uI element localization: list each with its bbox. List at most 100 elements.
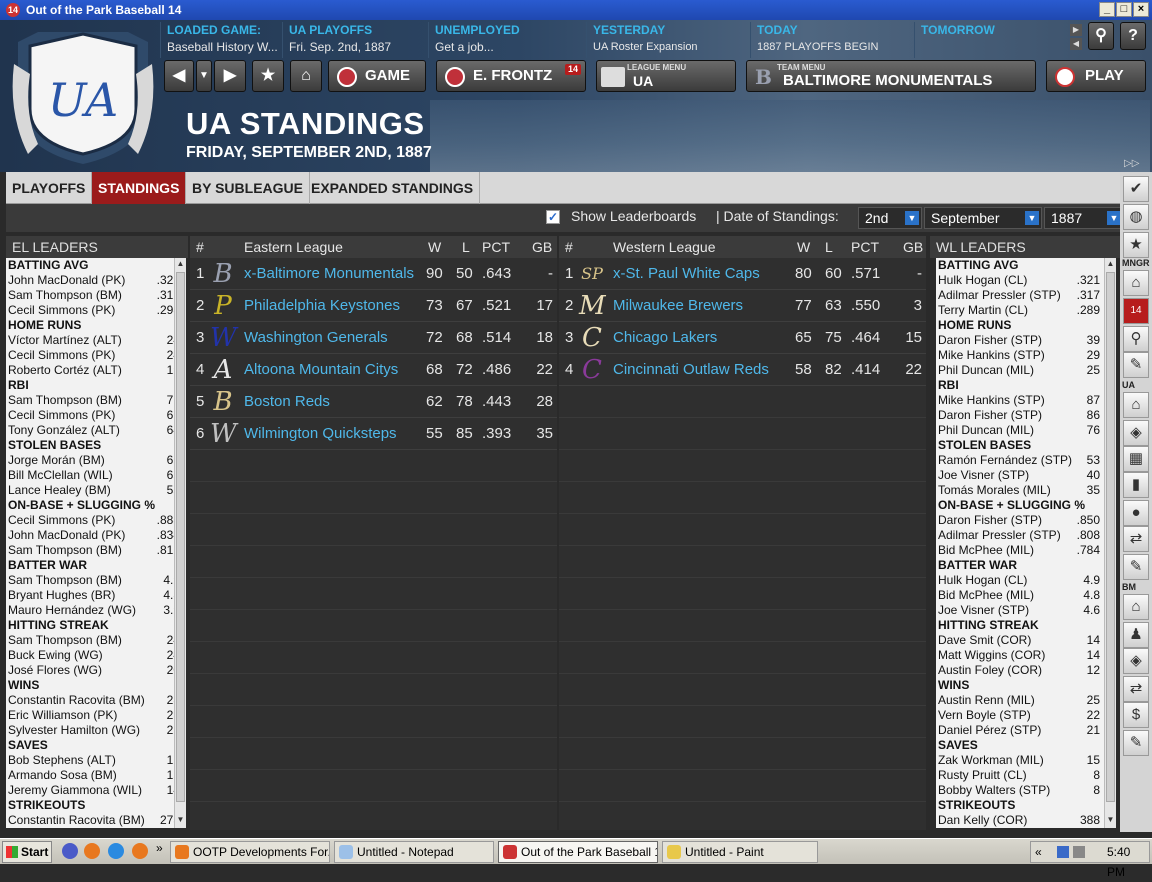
- manager-menu-button[interactable]: E. FRONTZ 14: [436, 60, 586, 92]
- team-name[interactable]: Chicago Lakers: [613, 322, 791, 354]
- leader-row[interactable]: Vern Boyle (STP) 22: [936, 708, 1104, 723]
- leader-row[interactable]: Bobby Walters (STP) 8: [936, 783, 1104, 798]
- leader-row[interactable]: Bid McPhee (MIL) .784: [936, 543, 1104, 558]
- leader-row[interactable]: Phil Duncan (MIL) 25: [936, 363, 1104, 378]
- info-loaded-game[interactable]: LOADED GAME: Baseball History W...: [160, 22, 280, 58]
- leader-row[interactable]: Zak Workman (MIL) 15: [936, 753, 1104, 768]
- leader-row[interactable]: Mike Hankins (STP) 87: [936, 393, 1104, 408]
- leader-name[interactable]: Daron Fisher (STP): [938, 408, 1042, 423]
- standings-row[interactable]: 6 W Wilmington Quicksteps 55 85 .393 35: [190, 418, 557, 450]
- leader-name[interactable]: John MacDonald (PK): [8, 528, 125, 543]
- leader-name[interactable]: Adilmar Pressler (STP): [938, 528, 1061, 543]
- close-button[interactable]: ×: [1133, 2, 1149, 17]
- leader-name[interactable]: Sam Thompson (BM): [8, 288, 122, 303]
- team-name[interactable]: Wilmington Quicksteps: [244, 418, 422, 450]
- col-team[interactable]: Eastern League: [244, 236, 343, 258]
- year-select[interactable]: 1887 ▼: [1044, 207, 1124, 229]
- tab-standings[interactable]: STANDINGS: [92, 172, 187, 204]
- leader-row[interactable]: Austin Foley (COR) 12: [936, 663, 1104, 678]
- team-name[interactable]: x-St. Paul White Caps: [613, 258, 791, 290]
- firefox-icon[interactable]: [132, 843, 148, 859]
- checkmark-icon[interactable]: ✔: [1123, 176, 1149, 202]
- standings-row[interactable]: 3 W Washington Generals 72 68 .514 18: [190, 322, 557, 354]
- leader-row[interactable]: Sam Thompson (BM) 4.9: [6, 573, 184, 588]
- team-name[interactable]: Washington Generals: [244, 322, 422, 354]
- leader-row[interactable]: Sam Thompson (BM) .312: [6, 288, 184, 303]
- leader-row[interactable]: Jorge Morán (BM)69: [6, 453, 184, 468]
- leader-name[interactable]: Tomás Morales (MIL): [938, 483, 1051, 498]
- leader-row[interactable]: Rusty Pruitt (CL) 8: [936, 768, 1104, 783]
- leader-row[interactable]: Constantin Racovita (BM) 273: [6, 813, 184, 828]
- standings-row[interactable]: 2 P Philadelphia Keystones 73 67 .521 17: [190, 290, 557, 322]
- leader-row[interactable]: Sylvester Hamilton (WG)21: [6, 723, 184, 738]
- info-ua-playoffs[interactable]: UA PLAYOFFS Fri. Sep. 2nd, 1887: [282, 22, 426, 58]
- leader-row[interactable]: Buck Ewing (WG)24: [6, 648, 184, 663]
- col-gb[interactable]: GB: [903, 236, 923, 258]
- search-icon[interactable]: ⚲: [1123, 326, 1149, 352]
- tab-playoffs[interactable]: PLAYOFFS: [6, 172, 93, 204]
- leader-name[interactable]: Bid McPhee (MIL): [938, 543, 1034, 558]
- leader-name[interactable]: Sam Thompson (BM): [8, 633, 122, 648]
- ie-icon[interactable]: [108, 843, 124, 859]
- leader-name[interactable]: Zak Workman (MIL): [938, 753, 1044, 768]
- leader-row[interactable]: Jeremy Giammona (WIL)14: [6, 783, 184, 798]
- diamond-icon[interactable]: ◈: [1123, 648, 1149, 674]
- info-yesterday[interactable]: YESTERDAY UA Roster Expansion: [586, 22, 750, 58]
- leader-row[interactable]: Roberto Cortéz (ALT)19: [6, 363, 184, 378]
- game-menu-button[interactable]: GAME: [328, 60, 426, 92]
- scrollbar-thumb[interactable]: [1106, 272, 1115, 802]
- col-team[interactable]: Western League: [613, 236, 715, 258]
- transfer-icon[interactable]: ⇄: [1123, 676, 1149, 702]
- leader-name[interactable]: Cecil Simmons (PK): [8, 303, 115, 318]
- leader-name[interactable]: Hulk Hogan (CL): [938, 573, 1027, 588]
- leader-row[interactable]: Cecil Simmons (PK) .888: [6, 513, 184, 528]
- leader-row[interactable]: Cecil Simmons (PK)66: [6, 408, 184, 423]
- wrench-icon[interactable]: ✎: [1123, 554, 1149, 580]
- info-today[interactable]: TODAY 1887 PLAYOFFS BEGIN: [750, 22, 914, 58]
- standings-row[interactable]: 1 SP x-St. Paul White Caps 80 60 .571 -: [559, 258, 926, 290]
- standings-row[interactable]: 5 B Boston Reds 62 78 .443 28: [190, 386, 557, 418]
- leader-row[interactable]: Daron Fisher (STP) .850: [936, 513, 1104, 528]
- leader-row[interactable]: Phil Duncan (MIL) 76: [936, 423, 1104, 438]
- leader-name[interactable]: Bill McClellan (WIL): [8, 468, 113, 483]
- leader-row[interactable]: Constantin Racovita (BM)28: [6, 693, 184, 708]
- col-pct[interactable]: PCT: [851, 236, 879, 258]
- team-name[interactable]: Milwaukee Brewers: [613, 290, 791, 322]
- calendar-icon[interactable]: 14: [1123, 298, 1149, 324]
- leader-name[interactable]: Bid McPhee (MIL): [938, 588, 1034, 603]
- search-button[interactable]: ⚲: [1088, 22, 1114, 50]
- leader-name[interactable]: Jorge Morán (BM): [8, 453, 105, 468]
- team-name[interactable]: Altoona Mountain Citys: [244, 354, 422, 386]
- favorites-button[interactable]: ★: [252, 60, 284, 92]
- scrollbar-thumb[interactable]: [176, 272, 185, 802]
- wrench-icon[interactable]: ✎: [1123, 352, 1149, 378]
- scroll-down-arrow-icon[interactable]: ◀: [1070, 38, 1082, 50]
- tab-by-subleague[interactable]: BY SUBLEAGUE: [186, 172, 310, 204]
- leader-name[interactable]: Joe Visner (STP): [938, 603, 1029, 618]
- leader-row[interactable]: Cecil Simmons (PK) .298: [6, 303, 184, 318]
- play-button[interactable]: PLAY: [1046, 60, 1146, 92]
- leader-name[interactable]: Mauro Hernández (WG): [8, 603, 136, 618]
- leader-name[interactable]: Sylvester Hamilton (WG): [8, 723, 140, 738]
- leader-name[interactable]: Daron Fisher (STP): [938, 513, 1042, 528]
- leader-name[interactable]: Joe Visner (STP): [938, 468, 1029, 483]
- leader-name[interactable]: Adilmar Pressler (STP): [938, 288, 1061, 303]
- leader-row[interactable]: Dan Kelly (COR) 388: [936, 813, 1104, 828]
- leader-row[interactable]: Sam Thompson (BM)24: [6, 633, 184, 648]
- leader-row[interactable]: Bryant Hughes (BR) 4.8: [6, 588, 184, 603]
- leader-row[interactable]: Dave Smit (COR) 14: [936, 633, 1104, 648]
- leader-name[interactable]: Bryant Hughes (BR): [8, 588, 115, 603]
- col-losses[interactable]: L: [825, 236, 833, 258]
- team-name[interactable]: Philadelphia Keystones: [244, 290, 422, 322]
- task-notepad[interactable]: Untitled - Notepad: [334, 841, 494, 863]
- league-menu-button[interactable]: LEAGUE MENU UA: [596, 60, 736, 92]
- bar-chart-icon[interactable]: ▮: [1123, 472, 1149, 498]
- tab-expanded-standings[interactable]: EXPANDED STANDINGS: [305, 172, 481, 204]
- leader-row[interactable]: Mauro Hernández (WG) 3.9: [6, 603, 184, 618]
- leader-name[interactable]: Phil Duncan (MIL): [938, 423, 1034, 438]
- standings-row[interactable]: 2 M Milwaukee Brewers 77 63 .550 3: [559, 290, 926, 322]
- leader-row[interactable]: Cecil Simmons (PK)24: [6, 348, 184, 363]
- leader-name[interactable]: Rusty Pruitt (CL): [938, 768, 1027, 783]
- scroll-up-icon[interactable]: ▲: [175, 258, 186, 270]
- leader-name[interactable]: Sam Thompson (BM): [8, 573, 122, 588]
